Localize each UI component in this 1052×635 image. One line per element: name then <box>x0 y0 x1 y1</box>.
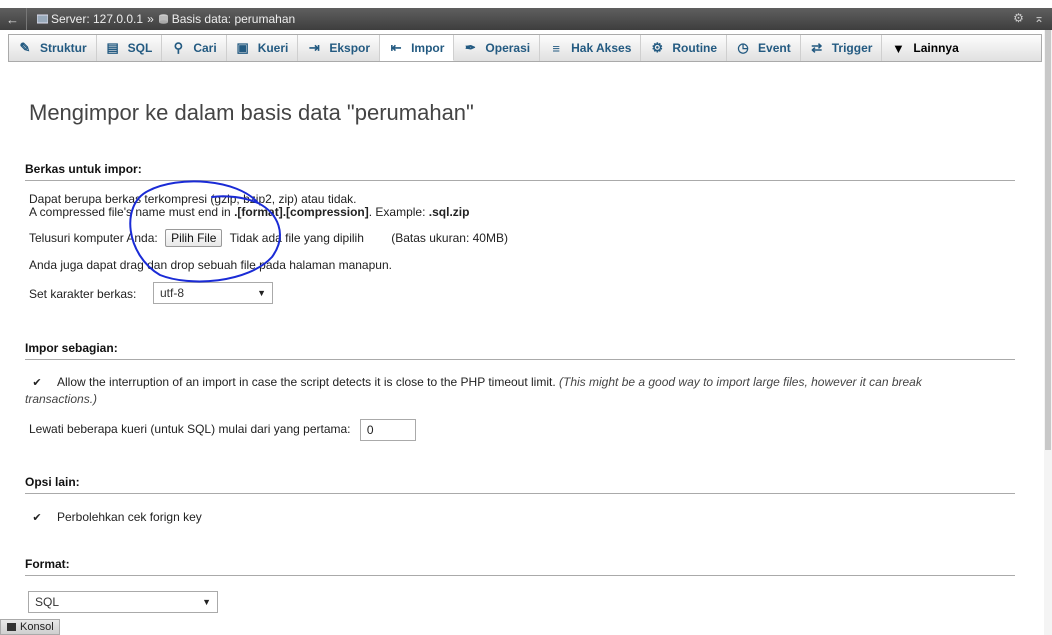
tab-label: Struktur <box>40 41 87 55</box>
search-icon: ⚲ <box>173 40 184 55</box>
format-select[interactable]: SQL ▼ <box>28 591 218 613</box>
tab-hak-akses[interactable]: ≡ Hak Akses <box>540 35 642 61</box>
tab-label: Trigger <box>831 41 873 55</box>
format-value: SQL <box>35 595 60 609</box>
note-example: .sql.zip <box>428 205 470 219</box>
privileges-icon: ≡ <box>552 40 560 56</box>
routine-icon: ⚙ <box>651 40 664 55</box>
tab-label: Ekspor <box>329 41 371 55</box>
event-icon: ◷ <box>737 40 749 55</box>
settings-gear-icon[interactable]: ⚙ <box>1013 11 1024 25</box>
vertical-scrollbar[interactable] <box>1044 30 1052 635</box>
skip-queries-input[interactable]: 0 <box>359 419 416 441</box>
skip-label: Lewati beberapa kueri (untuk SQL) mulai … <box>29 422 351 437</box>
console-label: Konsol <box>20 621 54 633</box>
tab-label: Event <box>758 41 791 55</box>
tab-label: Cari <box>193 41 217 55</box>
tab-impor[interactable]: ⇤ Impor <box>380 35 455 61</box>
fk-checkbox[interactable]: ✔ <box>31 511 43 524</box>
tab-operasi[interactable]: ✒ Operasi <box>454 35 541 61</box>
trigger-icon: ⇄ <box>811 40 823 55</box>
interrupt-row: ✔ Allow the interruption of an import in … <box>31 375 922 389</box>
back-arrow-icon[interactable]: ← <box>6 12 20 27</box>
interrupt-text: Allow the interruption of an import in c… <box>57 375 556 389</box>
console-toggle[interactable]: Konsol <box>0 619 60 635</box>
tab-trigger[interactable]: ⇄ Trigger <box>801 35 883 61</box>
skip-row: Lewati beberapa kueri (untuk SQL) mulai … <box>29 419 416 441</box>
interrupt-hint: (This might be a good way to import larg… <box>559 375 922 389</box>
window-controls: ⚙ ⌅ <box>1013 11 1044 25</box>
breadcrumb-database-link[interactable]: Basis data: perumahan <box>172 12 295 26</box>
tab-label: Impor <box>411 40 445 55</box>
note-mid: . Example: <box>368 205 429 219</box>
tab-bar: ✎ Struktur ▤ SQL ⚲ Cari ▣ Kueri ⇥ Ekspor ⇤ Impor ✒ Op… <box>8 34 1042 62</box>
format-section-title: Format: <box>25 557 1015 576</box>
size-limit-text: (Batas ukuran: 40MB) <box>391 231 508 245</box>
tab-routine[interactable]: ⚙ Routine <box>641 35 728 61</box>
tab-label: Operasi <box>485 41 531 55</box>
sql-icon: ▤ <box>106 40 119 55</box>
tab-cari[interactable]: ⚲ Cari <box>162 35 227 61</box>
scrollbar-thumb[interactable] <box>1045 30 1051 450</box>
fk-row: ✔ Perbolehkan cek forign key <box>31 510 202 524</box>
chevron-down-icon: ▼ <box>202 597 211 607</box>
operations-icon: ✒ <box>464 40 476 55</box>
divider <box>26 8 27 30</box>
other-section-title: Opsi lain: <box>25 475 1015 494</box>
tab-kueri[interactable]: ▣ Kueri <box>227 35 299 61</box>
tab-label: SQL <box>127 41 153 55</box>
fk-label: Perbolehkan cek forign key <box>57 510 202 524</box>
query-icon: ▣ <box>236 40 249 55</box>
tab-struktur[interactable]: ✎ Struktur <box>9 35 97 61</box>
breadcrumb-bar: ← Server: 127.0.0.1 » Basis data: peruma… <box>0 8 1052 30</box>
tab-label: Hak Akses <box>571 41 632 55</box>
tab-label: Routine <box>672 41 718 55</box>
database-icon <box>158 14 168 24</box>
tab-label: Lainnya <box>913 41 959 55</box>
tab-event[interactable]: ◷ Event <box>727 35 801 61</box>
interrupt-checkbox[interactable]: ✔ <box>31 376 43 389</box>
breadcrumb: Server: 127.0.0.1 » Basis data: perumaha… <box>37 12 295 26</box>
collapse-icon[interactable]: ⌅ <box>1034 11 1044 25</box>
console-icon <box>7 623 16 631</box>
partial-section-title: Impor sebagian: <box>25 341 1015 360</box>
interrupt-hint-cont: transactions.) <box>25 392 98 406</box>
annotation-circle <box>129 180 281 283</box>
server-icon <box>37 14 48 24</box>
tab-sql[interactable]: ▤ SQL <box>97 35 163 61</box>
dropdown-icon: ▼ <box>891 40 905 56</box>
tab-lainnya[interactable]: ▼ Lainnya <box>882 35 967 61</box>
breadcrumb-server-link[interactable]: Server: 127.0.0.1 <box>51 12 143 26</box>
breadcrumb-separator: » <box>147 12 154 26</box>
page-title: Mengimpor ke dalam basis data "perumahan… <box>29 100 474 125</box>
import-icon: ⇤ <box>390 39 402 55</box>
structure-icon: ✎ <box>19 40 31 55</box>
tab-label: Kueri <box>257 41 289 55</box>
export-icon: ⇥ <box>308 40 320 55</box>
tab-ekspor[interactable]: ⇥ Ekspor <box>298 35 381 61</box>
